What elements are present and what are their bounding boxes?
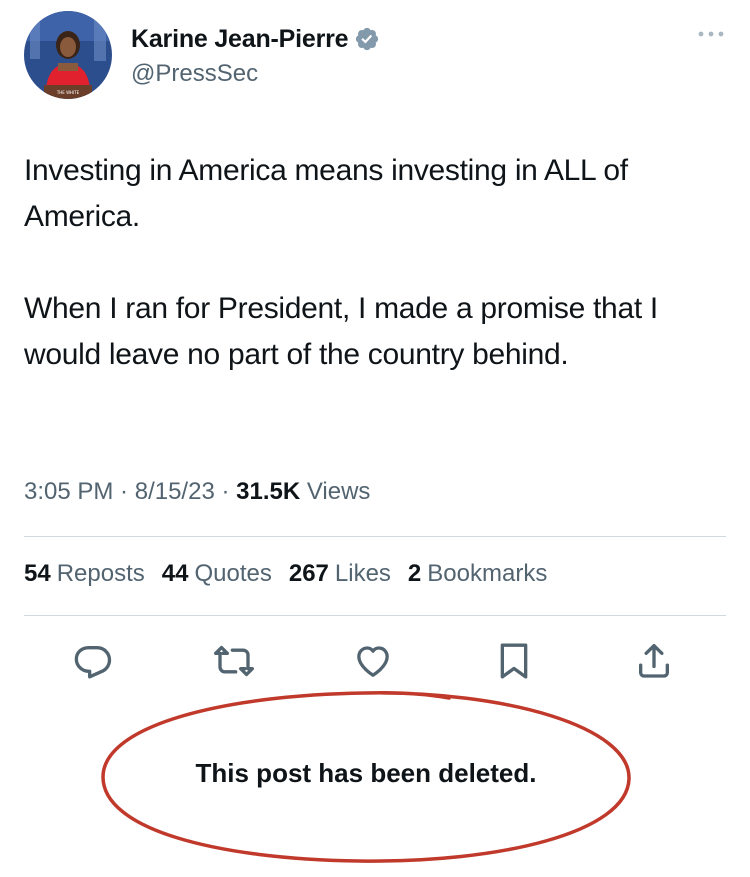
bookmark-icon[interactable]	[494, 641, 534, 681]
stat-bookmarks[interactable]: 2 Bookmarks	[408, 560, 547, 588]
stat-label: Reposts	[56, 560, 145, 587]
deleted-notice: This post has been deleted.	[195, 758, 537, 788]
meta-separator: ·	[214, 478, 237, 505]
author-display-name[interactable]: Karine Jean-Pierre	[131, 25, 349, 54]
stat-likes[interactable]: 267 Likes	[289, 560, 391, 588]
tweet-paragraph: Investing in America means investing in …	[24, 154, 635, 233]
views-label: Views	[306, 478, 371, 505]
tweet-text: Investing in America means investing in …	[24, 148, 734, 378]
divider	[24, 536, 726, 537]
stat-label: Quotes	[194, 560, 272, 587]
engagement-stats: 54 Reposts 44 Quotes 267 Likes 2 Bookmarks	[24, 560, 564, 588]
tweet-time[interactable]: 3:05 PM	[24, 478, 113, 505]
stat-count: 267	[288, 560, 329, 587]
stat-reposts[interactable]: 54 Reposts	[24, 560, 145, 588]
author-handle[interactable]: @PressSec	[131, 60, 258, 88]
tweet-meta: 3:05 PM · 8/15/23 · 31.5K Views	[24, 478, 370, 506]
tweet-date[interactable]: 8/15/23	[135, 478, 215, 505]
reply-icon[interactable]	[73, 641, 113, 681]
author-name-row: Karine Jean-Pierre	[131, 22, 380, 56]
svg-text:THE WHITE: THE WHITE	[56, 90, 80, 95]
divider	[24, 615, 726, 616]
avatar[interactable]: THE WHITE	[24, 11, 112, 99]
stat-label: Likes	[334, 560, 391, 587]
stat-count: 2	[407, 560, 422, 587]
profile-photo-icon: THE WHITE	[24, 11, 112, 99]
like-icon[interactable]	[353, 641, 393, 681]
repost-icon[interactable]	[214, 641, 254, 681]
stat-label: Bookmarks	[427, 560, 548, 587]
meta-separator: ·	[113, 478, 135, 505]
verified-badge-icon	[356, 27, 379, 51]
stat-count: 54	[24, 560, 51, 587]
views-count: 31.5K	[236, 478, 301, 505]
stat-count: 44	[161, 560, 189, 587]
stat-quotes[interactable]: 44 Quotes	[162, 560, 272, 588]
tweet-paragraph: When I ran for President, I made a promi…	[24, 292, 666, 371]
more-options-icon[interactable]	[696, 24, 726, 44]
share-icon[interactable]	[634, 641, 674, 681]
